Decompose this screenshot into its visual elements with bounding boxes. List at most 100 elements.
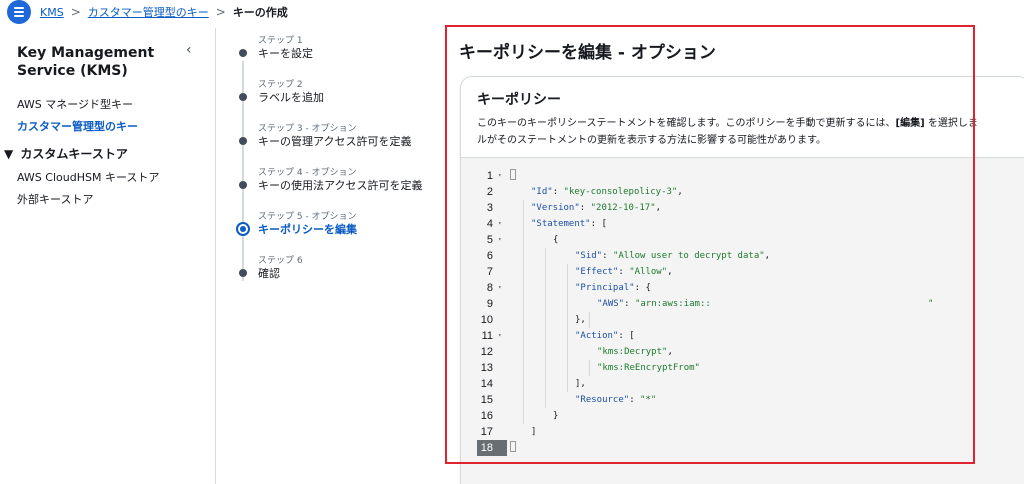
main-content: キーポリシーを編集 - オプション キーポリシー このキーのキーポリシーステート… — [443, 24, 1024, 484]
description-bold-edit: [編集] — [895, 118, 925, 129]
step-title[interactable]: キーポリシーを編集 — [258, 221, 357, 237]
code-text: "AWS": "arn:aws:iam:: — [597, 299, 711, 309]
code-line-6[interactable]: 6 "Sid": "Allow user to decrypt data", — [461, 248, 1024, 264]
line-number: 8 — [486, 282, 493, 294]
json-key: "Id" — [531, 187, 553, 197]
line-number: 10 — [480, 314, 493, 326]
json-key: "Statement" — [531, 219, 591, 229]
code-text: "Statement": [ — [531, 216, 607, 232]
key-policy-container: キーポリシー このキーのキーポリシーステートメントを確認します。このポリシーを手… — [460, 76, 1024, 484]
sidebar-item-aws-managed-keys[interactable]: AWS マネージド型キー — [17, 96, 133, 112]
step-title[interactable]: キーの使用法アクセス許可を定義 — [258, 177, 422, 193]
code-line-15[interactable]: 15 "Resource": "*" — [461, 392, 1024, 408]
json-string: "kms:Decrypt" — [597, 347, 668, 357]
code-line-4[interactable]: 4 ▾ "Statement": [ — [461, 216, 1024, 232]
fold-icon[interactable]: ▾ — [498, 168, 502, 184]
code-line-17[interactable]: 17 ] — [461, 424, 1024, 440]
description-text: このキーのキーポリシーステートメントを確認します。このポリシーを手動で更新するに… — [477, 118, 896, 129]
step-status-icon — [239, 49, 247, 57]
code-line-12[interactable]: 12 "kms:Decrypt", — [461, 344, 1024, 360]
code-line-9[interactable]: 9 "AWS": "arn:aws:iam:: " — [461, 296, 1024, 312]
json-string-end: " — [928, 299, 934, 309]
code-text: ], — [575, 379, 586, 389]
json-key: "AWS" — [597, 299, 625, 309]
code-line-7[interactable]: 7 "Effect": "Allow", — [461, 264, 1024, 280]
code-text: "Effect": "Allow", — [575, 267, 673, 277]
collapse-nav-icon[interactable]: ‹ — [186, 42, 192, 58]
line-number: 13 — [480, 362, 493, 374]
line-number: 7 — [486, 266, 493, 278]
line-number: 6 — [486, 250, 493, 262]
chevron-right-icon: > — [70, 5, 81, 19]
code-text: "Action": [ — [575, 328, 635, 344]
line-number: 12 — [480, 346, 493, 358]
code-line-2[interactable]: 2 "Id": "key-consolepolicy-3", — [461, 184, 1024, 200]
code-line-3[interactable]: 3 "Version": "2012-10-17", — [461, 200, 1024, 216]
chevron-right-icon: > — [215, 5, 226, 19]
service-title[interactable]: Key Management Service (KMS) — [17, 44, 167, 80]
step-title[interactable]: ラベルを追加 — [258, 89, 324, 105]
json-string: "*" — [640, 395, 657, 405]
fold-icon[interactable]: ▾ — [498, 280, 502, 296]
json-punctuation: : [ — [590, 219, 607, 229]
page-title: キーポリシーを編集 - オプション — [459, 43, 716, 63]
json-string: "kms:ReEncryptFrom" — [597, 363, 700, 373]
line-number: 15 — [480, 394, 493, 406]
code-line-11[interactable]: 11 ▾ "Action": [ — [461, 328, 1024, 344]
side-navigation: Key Management Service (KMS) ‹ AWS マネージド… — [0, 28, 216, 484]
breadcrumb-current: キーの作成 — [232, 6, 288, 19]
fold-icon[interactable]: ▾ — [498, 328, 502, 344]
sidebar-item-cloudhsm-key-stores[interactable]: AWS CloudHSM キーストア — [17, 169, 159, 185]
line-number: 18 — [480, 442, 493, 454]
line-number: 2 — [486, 186, 493, 198]
json-punctuation: : [ — [618, 331, 635, 341]
card-title: キーポリシー — [477, 92, 561, 108]
step-title[interactable]: キーの管理アクセス許可を定義 — [258, 133, 411, 149]
json-string: "Allow user to decrypt data" — [612, 251, 765, 261]
fold-icon[interactable]: ▾ — [498, 216, 502, 232]
step-title[interactable]: 確認 — [258, 265, 280, 281]
sidebar-item-customer-managed-keys[interactable]: カスタマー管理型のキー — [17, 118, 138, 134]
breadcrumb-customer-managed-keys-link[interactable]: カスタマー管理型のキー — [88, 4, 209, 20]
line-number: 1 — [486, 170, 493, 182]
code-line-5[interactable]: 5 ▾ { — [461, 232, 1024, 248]
code-text: "Version": "2012-10-17", — [531, 203, 662, 213]
line-number: 4 — [486, 218, 493, 230]
code-line-13[interactable]: 13 "kms:ReEncryptFrom" — [461, 360, 1024, 376]
breadcrumb-kms-link[interactable]: KMS — [40, 6, 64, 19]
sidebar-section-custom-key-stores[interactable]: ▼ カスタムキーストア — [4, 145, 128, 162]
json-punctuation: : { — [634, 283, 651, 293]
code-text: "Id": "key-consolepolicy-3", — [531, 187, 683, 197]
code-line-18[interactable]: 18 — [461, 440, 1024, 456]
top-navigation-bar: KMS > カスタマー管理型のキー > キーの作成 — [0, 0, 1024, 24]
json-string: "Allow" — [629, 267, 668, 277]
code-line-8[interactable]: 8 ▾ "Principal": { — [461, 280, 1024, 296]
step-status-icon — [239, 269, 247, 277]
policy-code-editor[interactable]: 1 ▾ 2 "Id": "key-consolepolicy-3", 3 "Ve… — [461, 157, 1024, 484]
code-text: "Principal": { — [575, 280, 651, 296]
json-string: "arn:aws:iam:: — [634, 299, 711, 309]
step-status-icon — [239, 137, 247, 145]
code-line-16[interactable]: 16 } — [461, 408, 1024, 424]
caret-down-icon: ▼ — [4, 147, 14, 161]
card-description: このキーのキーポリシーステートメントを確認します。このポリシーを手動で更新するに… — [477, 115, 1024, 149]
sidebar-item-external-key-stores[interactable]: 外部キーストア — [17, 191, 93, 207]
line-number: 3 — [486, 202, 493, 214]
code-line-14[interactable]: 14 ], — [461, 376, 1024, 392]
menu-icon[interactable] — [7, 0, 31, 24]
json-key: "Action" — [575, 331, 619, 341]
code-text — [510, 440, 516, 456]
json-key: "Effect" — [575, 267, 619, 277]
json-key: "Resource" — [575, 395, 630, 405]
fold-icon[interactable]: ▾ — [498, 232, 502, 248]
breadcrumb: KMS > カスタマー管理型のキー > キーの作成 — [40, 4, 288, 20]
step-current-icon — [236, 222, 250, 236]
json-key: "Sid" — [575, 251, 603, 261]
json-string: "2012-10-17" — [590, 203, 656, 213]
step-title[interactable]: キーを設定 — [258, 45, 313, 61]
line-number: 9 — [486, 298, 493, 310]
description-line-1: このキーのキーポリシーステートメントを確認します。このポリシーを手動で更新するに… — [477, 115, 1024, 132]
code-line-1[interactable]: 1 ▾ — [461, 168, 1024, 184]
line-number: 16 — [480, 410, 493, 422]
code-line-10[interactable]: 10 }, — [461, 312, 1024, 328]
